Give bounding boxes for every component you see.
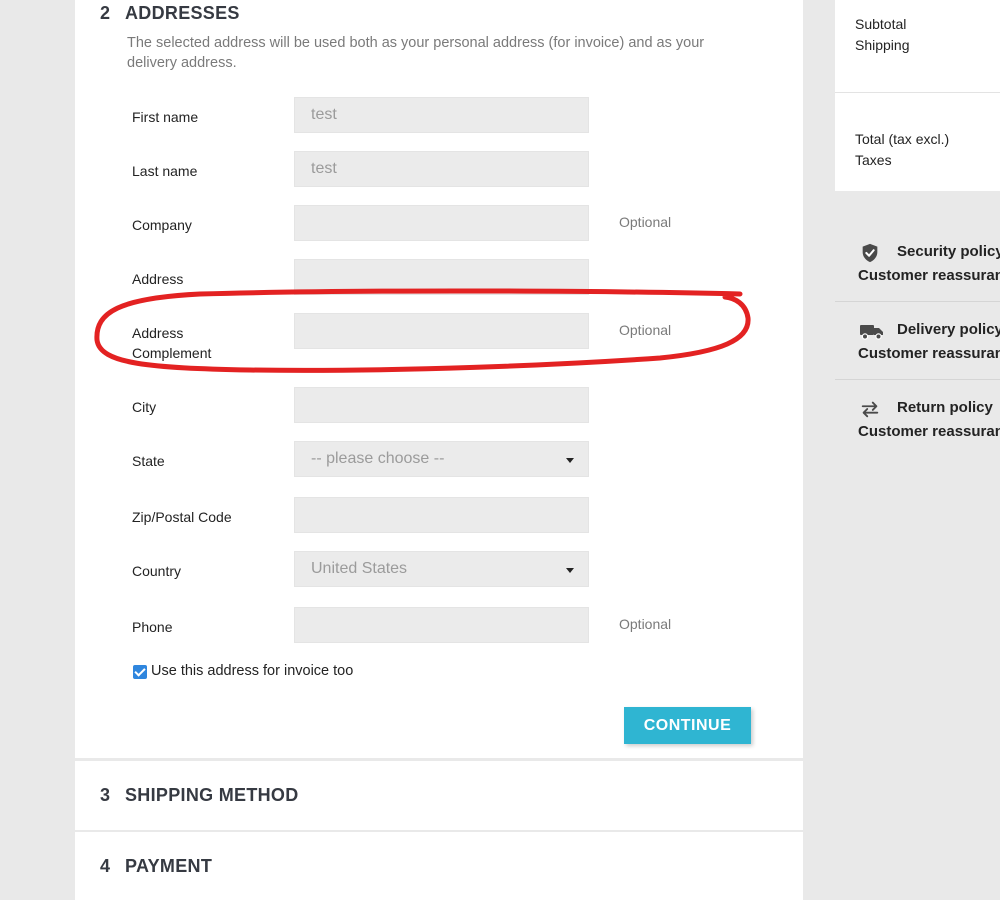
zip-input[interactable] bbox=[294, 497, 589, 533]
reassurance-title: Delivery policy bbox=[897, 321, 1000, 338]
reassurance-divider bbox=[835, 301, 1000, 302]
form-row-last-name: Last name test bbox=[75, 151, 803, 187]
last-name-input[interactable]: test bbox=[294, 151, 589, 187]
payment-step[interactable]: 4 PAYMENT bbox=[75, 832, 803, 900]
first-name-label: First name bbox=[132, 109, 199, 125]
country-select[interactable]: United States bbox=[294, 551, 589, 587]
addresses-description: The selected address will be used both a… bbox=[127, 35, 705, 71]
company-label: Company bbox=[132, 217, 192, 233]
truck-icon bbox=[860, 325, 883, 340]
company-input[interactable] bbox=[294, 205, 589, 241]
company-optional-note: Optional bbox=[619, 214, 672, 230]
zip-label: Zip/Postal Code bbox=[132, 509, 232, 525]
continue-button[interactable]: CONTINUE bbox=[624, 707, 751, 744]
addresses-step: 2 ADDRESSES The selected address will be … bbox=[75, 0, 803, 758]
shipping-step[interactable]: 3 SHIPPING METHOD bbox=[75, 761, 803, 830]
phone-label: Phone bbox=[132, 619, 173, 635]
step-number: 2 bbox=[100, 3, 111, 23]
reassurance-return: Return policy Customer reassurance bbox=[835, 392, 1000, 470]
city-input[interactable] bbox=[294, 387, 589, 423]
phone-optional-note: Optional bbox=[619, 616, 672, 632]
city-label: City bbox=[132, 399, 157, 415]
subtotal-label: Subtotal bbox=[855, 16, 907, 32]
payment-step-title[interactable]: 4 PAYMENT bbox=[100, 856, 212, 877]
shipping-label: Shipping bbox=[855, 37, 910, 53]
reassurance-subtitle: Customer reassurance bbox=[858, 345, 1000, 362]
form-row-first-name: First name test bbox=[75, 97, 803, 133]
address-input[interactable] bbox=[294, 259, 589, 295]
last-name-label: Last name bbox=[132, 163, 198, 179]
first-name-input[interactable]: test bbox=[294, 97, 589, 133]
shipping-step-title[interactable]: 3 SHIPPING METHOD bbox=[100, 785, 299, 806]
country-label: Country bbox=[132, 563, 182, 579]
cart-summary: Subtotal Shipping Total (tax excl.) Taxe… bbox=[835, 0, 1000, 191]
addresses-step-title[interactable]: 2 ADDRESSES bbox=[100, 3, 240, 24]
form-row-address: Address bbox=[75, 259, 803, 295]
step-number: 3 bbox=[100, 785, 111, 805]
reassurance-subtitle: Customer reassurance bbox=[858, 267, 1000, 284]
use-for-invoice-label[interactable]: Use this address for invoice too bbox=[151, 663, 353, 679]
reassurance-security: Security policy Customer reassurance bbox=[835, 236, 1000, 314]
step-title-text: SHIPPING METHOD bbox=[125, 785, 299, 805]
reassurance-delivery: Delivery policy Customer reassurance bbox=[835, 314, 1000, 392]
reassurance-title: Return policy bbox=[897, 399, 993, 416]
form-row-state: State -- please choose -- bbox=[75, 441, 803, 477]
address-complement-input[interactable] bbox=[294, 313, 589, 349]
phone-input[interactable] bbox=[294, 607, 589, 643]
state-select[interactable]: -- please choose -- bbox=[294, 441, 589, 477]
step-title-text: PAYMENT bbox=[125, 856, 213, 876]
address-complement-label: Address Complement bbox=[132, 325, 212, 361]
form-row-company: Company Optional bbox=[75, 205, 803, 241]
use-for-invoice-checkbox[interactable] bbox=[133, 665, 147, 679]
form-row-phone: Phone Optional bbox=[75, 607, 803, 643]
step-title-text: ADDRESSES bbox=[125, 3, 240, 23]
form-row-country: Country United States bbox=[75, 551, 803, 587]
shield-icon bbox=[862, 243, 878, 263]
swap-arrows-icon bbox=[861, 401, 879, 418]
form-row-city: City bbox=[75, 387, 803, 423]
reassurance-title: Security policy bbox=[897, 243, 1000, 260]
address-label: Address bbox=[132, 271, 184, 287]
summary-divider bbox=[835, 92, 1000, 93]
address-complement-optional-note: Optional bbox=[619, 322, 672, 338]
total-tax-excl-label: Total (tax excl.) bbox=[855, 131, 950, 147]
taxes-label: Taxes bbox=[855, 152, 892, 168]
step-number: 4 bbox=[100, 856, 111, 876]
state-label: State bbox=[132, 453, 165, 469]
form-row-address-complement: Address Complement Optional bbox=[75, 313, 803, 361]
reassurance-subtitle: Customer reassurance bbox=[858, 423, 1000, 440]
form-row-zip: Zip/Postal Code bbox=[75, 497, 803, 533]
reassurance-divider bbox=[835, 379, 1000, 380]
